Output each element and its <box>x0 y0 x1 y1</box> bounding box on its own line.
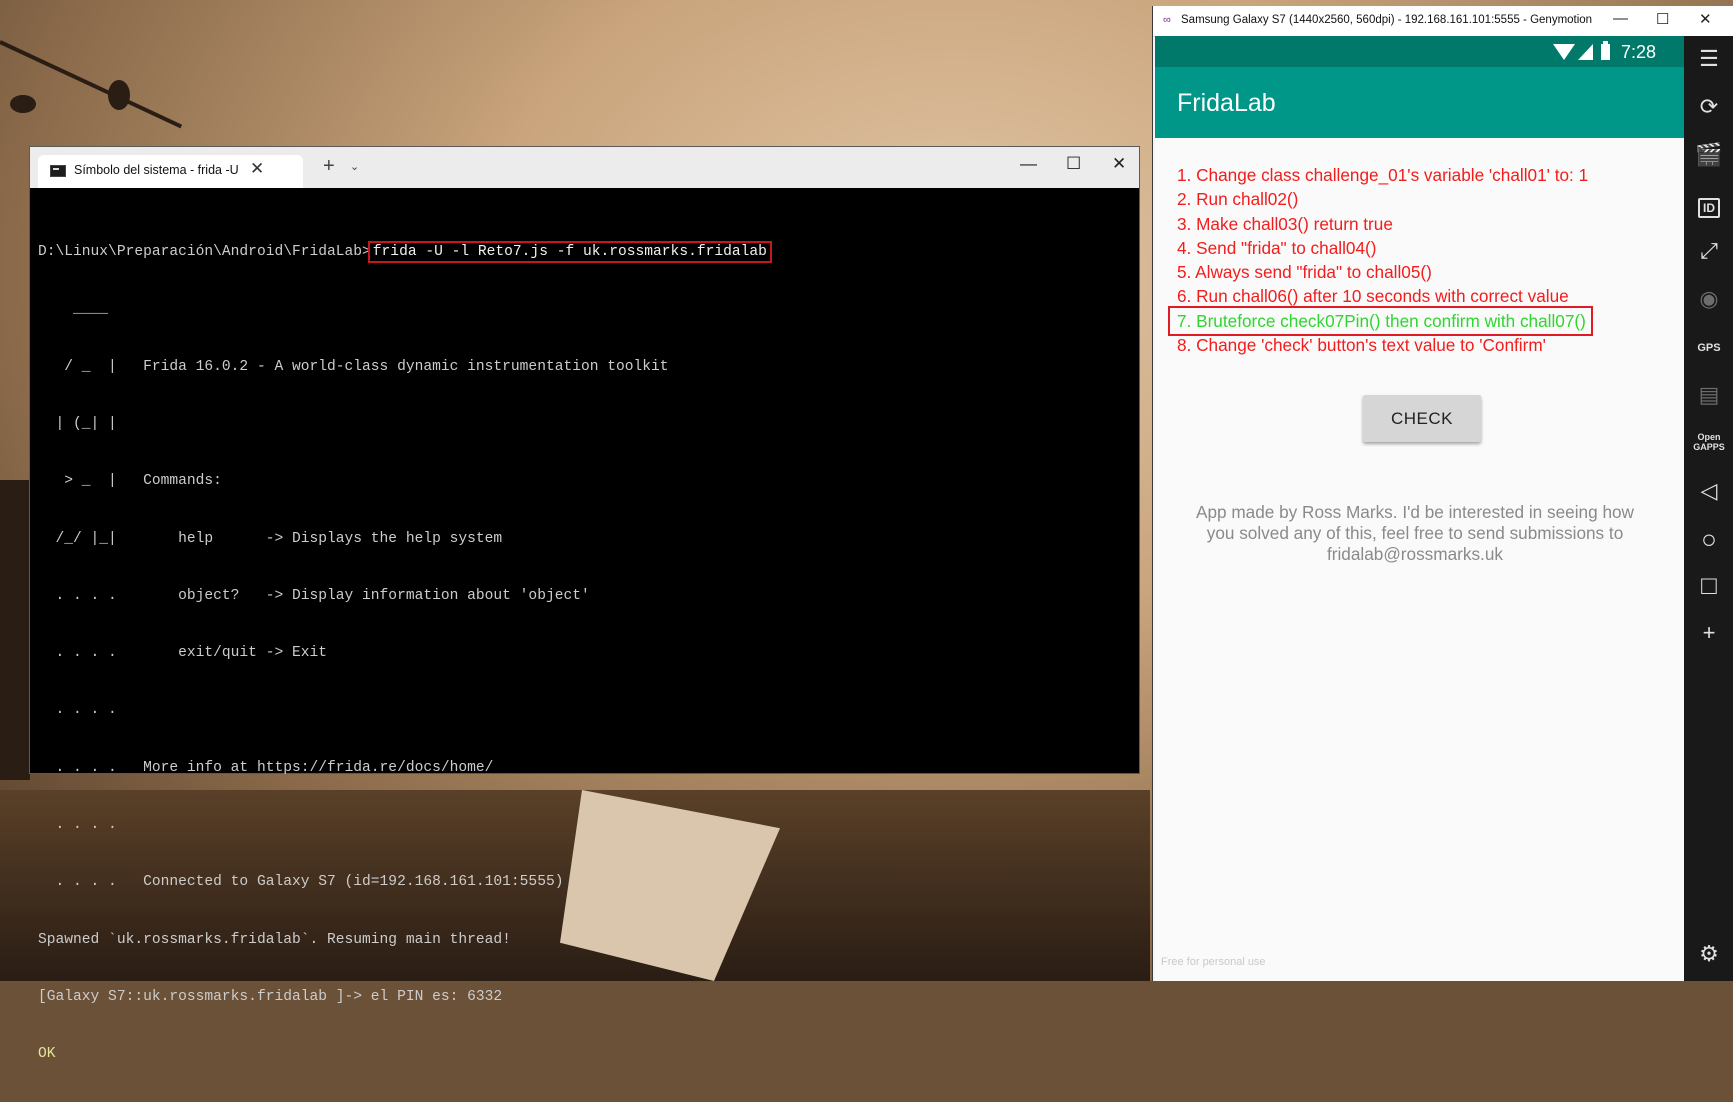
challenge-item: 5. Always send "frida" to chall05() <box>1177 262 1432 283</box>
check-button[interactable]: CHECK <box>1363 395 1481 442</box>
rotate-icon[interactable]: ⟳ <box>1684 94 1733 120</box>
open-gapps-icon[interactable]: Open GAPPS <box>1684 432 1733 452</box>
wallpaper-silhouette-left <box>0 480 30 780</box>
terminal-tab[interactable]: Símbolo del sistema - frida -U ✕ <box>38 155 303 188</box>
emulator-close-button[interactable]: ✕ <box>1699 10 1712 28</box>
prompt-text: D:\Linux\Preparación\Android\FridaLab> <box>38 244 371 261</box>
genymotion-icon: ∞ <box>1163 14 1171 26</box>
menu-icon[interactable]: ☰ <box>1684 46 1733 72</box>
ok-line: OK <box>38 1046 56 1063</box>
emulator-window-title: Samsung Galaxy S7 (1440x2560, 560dpi) - … <box>1181 14 1593 26</box>
challenge-item: 1. Change class challenge_01's variable … <box>1177 165 1589 185</box>
watermark-text: Free for personal use <box>1161 956 1266 968</box>
highlighted-command: frida -U -l Reto7.js -f uk.rossmarks.fri… <box>367 241 772 264</box>
add-icon[interactable]: + <box>1684 620 1733 646</box>
emulator-titlebar: ∞ Samsung Galaxy S7 (1440x2560, 560dpi) … <box>1153 6 1733 37</box>
banner-line: . . . . More info at https://frida.re/do… <box>38 759 494 776</box>
app-bar: FridaLab <box>1155 67 1684 138</box>
app-title: FridaLab <box>1177 89 1276 117</box>
media-icon[interactable]: ▤ <box>1684 382 1733 408</box>
terminal-window: Símbolo del sistema - frida -U ✕ + ⌄ — ☐… <box>29 146 1140 1062</box>
banner-line: . . . . object? -> Display information a… <box>38 587 590 604</box>
cmd-icon <box>50 165 66 177</box>
emulator-minimize-button[interactable]: — <box>1613 10 1628 27</box>
terminal-titlebar: Símbolo del sistema - frida -U ✕ + ⌄ — ☐… <box>30 147 1139 188</box>
challenge-list: 1. Change class challenge_01's variable … <box>1168 163 1657 357</box>
terminal-output[interactable]: D:\Linux\Preparación\Android\FridaLab> fr… <box>38 205 1131 1062</box>
emulator-window: ∞ Samsung Galaxy S7 (1440x2560, 560dpi) … <box>1152 6 1733 981</box>
rss-icon[interactable]: ◉ <box>1684 286 1733 312</box>
close-tab-icon[interactable]: ✕ <box>250 159 264 179</box>
wallpaper-branch <box>0 40 183 129</box>
spawn-line: Spawned `uk.rossmarks.fridalab`. Resumin… <box>38 931 511 948</box>
battery-icon <box>1601 41 1610 60</box>
android-status-bar: 7:28 <box>1155 36 1684 67</box>
fullscreen-icon[interactable]: ⤢ <box>1684 238 1733 264</box>
close-button[interactable]: ✕ <box>1112 154 1126 174</box>
command-line: D:\Linux\Preparación\Android\FridaLab> fr… <box>38 241 1131 264</box>
challenge-item-completed: 7. Bruteforce check07Pin() then confirm … <box>1168 305 1593 337</box>
banner-line: | (_| | <box>38 416 117 433</box>
id-icon[interactable]: ID <box>1684 192 1733 218</box>
chevron-down-icon[interactable]: ⌄ <box>350 160 359 173</box>
wifi-icon <box>1553 44 1575 60</box>
challenge-item: 8. Change 'check' button's text value to… <box>1177 335 1546 356</box>
camera-icon[interactable]: 🎬 <box>1684 142 1733 168</box>
pin-output-line: [Galaxy S7::uk.rossmarks.fridalab ]-> el… <box>38 988 503 1005</box>
wallpaper-bird-1 <box>10 95 36 113</box>
emulator-maximize-button[interactable]: ☐ <box>1656 10 1669 28</box>
banner-line: . . . . exit/quit -> Exit <box>38 645 328 662</box>
back-icon[interactable]: ◁ <box>1684 478 1733 504</box>
challenge-item: 4. Send "frida" to chall04() <box>1177 237 1377 258</box>
banner-line: ____ <box>38 301 109 318</box>
recents-icon[interactable]: □ <box>1684 570 1733 601</box>
banner-line: . . . . <box>38 817 117 833</box>
terminal-tab-title: Símbolo del sistema - frida -U <box>74 163 239 177</box>
challenge-item: 6. Run chall06() after 10 seconds with c… <box>1177 286 1569 307</box>
gps-icon[interactable]: GPS <box>1684 342 1733 354</box>
status-time: 7:28 <box>1621 42 1657 62</box>
credits-text: App made by Ross Marks. I'd be intereste… <box>1196 502 1634 564</box>
maximize-button[interactable]: ☐ <box>1066 154 1081 174</box>
minimize-button[interactable]: — <box>1020 154 1037 174</box>
banner-line: > _ | Commands: <box>38 473 222 490</box>
signal-icon <box>1578 44 1593 60</box>
home-icon[interactable]: ○ <box>1684 524 1733 555</box>
banner-line: . . . . Connected to Galaxy S7 (id=192.1… <box>38 874 564 891</box>
challenge-item: 3. Make chall03() return true <box>1177 213 1393 234</box>
banner-line: . . . . <box>38 702 117 719</box>
emulator-sidebar: ☰ ⟳ 🎬 ID ⤢ ◉ GPS ▤ Open GAPPS ◁ ○ □ + ⚙ <box>1684 36 1733 981</box>
new-tab-icon[interactable]: + <box>323 155 335 178</box>
banner-line: / _ | Frida 16.0.2 - A world-class dynam… <box>38 358 669 375</box>
phone-screen: 7:28 FridaLab 1. Change class challenge_… <box>1155 36 1684 981</box>
challenge-item: 2. Run chall02() <box>1177 189 1299 210</box>
banner-line: /_/ |_| help -> Displays the help system <box>38 530 503 547</box>
settings-icon[interactable]: ⚙ <box>1684 941 1733 967</box>
